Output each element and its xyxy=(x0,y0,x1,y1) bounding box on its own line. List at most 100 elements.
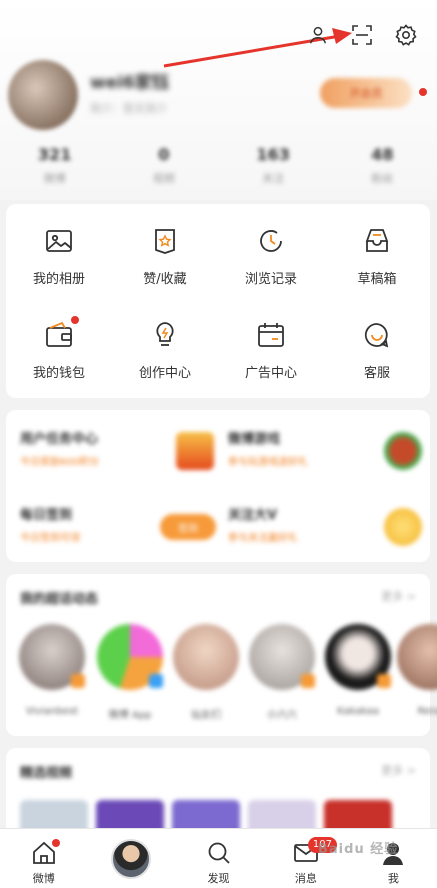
profile-subinfo: 简介：暂无简介 xyxy=(90,102,167,115)
grid-item-creator[interactable]: 创作中心 xyxy=(112,302,218,396)
stat-value: 48 xyxy=(371,145,394,164)
red-envelope-icon xyxy=(176,432,214,470)
grid-item-drafts[interactable]: 草稿箱 xyxy=(324,208,430,302)
stat-following[interactable]: 163 关注 xyxy=(219,145,328,195)
stat-label: 关注 xyxy=(262,172,285,185)
creator-center-icon xyxy=(148,318,182,352)
photo-album-icon xyxy=(42,224,76,258)
avatar xyxy=(325,624,391,690)
grid-item-album[interactable]: 我的相册 xyxy=(6,208,112,302)
avatar[interactable] xyxy=(8,60,78,130)
section-title: 精选视频 xyxy=(20,766,73,781)
tab-label: 微博 xyxy=(32,872,55,885)
wallet-icon xyxy=(42,315,79,352)
profile-header: wei6家钰 简介：暂无简介 开会员 xyxy=(6,60,436,140)
watermark: Baidu 经验 xyxy=(318,842,399,857)
more-link[interactable]: 更多 > xyxy=(381,762,416,781)
tab-label: 我 xyxy=(387,872,399,885)
avatar xyxy=(97,624,163,690)
grid-label: 我的相册 xyxy=(32,271,85,287)
drafts-icon xyxy=(360,224,394,258)
task-item[interactable]: 关注大V 参与关注赢好礼 xyxy=(228,504,428,564)
avatar xyxy=(19,624,85,690)
following-list: Vivianbest 微博 App 仙女们 小六六 Kakakaa Rena xyxy=(0,624,437,724)
mail-icon: 107 xyxy=(292,837,338,867)
recommend-header: 精选视频 更多 > xyxy=(20,762,416,781)
avatar xyxy=(397,624,437,690)
grid-item-likes[interactable]: 赞/收藏 xyxy=(112,208,218,302)
ad-center-icon xyxy=(254,318,288,352)
stat-label: 视频 xyxy=(152,172,175,185)
task-item[interactable]: 微博游戏 参与玩游戏送好礼 xyxy=(228,428,428,488)
following-item[interactable]: Kakakaa xyxy=(320,624,396,717)
grid-label: 创作中心 xyxy=(138,365,191,381)
customer-service-icon xyxy=(360,318,394,352)
more-link[interactable]: 更多 > xyxy=(381,588,416,607)
badge-icon xyxy=(301,674,315,688)
like-collect-icon xyxy=(148,224,182,258)
avatar xyxy=(173,624,239,690)
grid-item-wallet[interactable]: 我的钱包 xyxy=(6,302,112,396)
stat-value: 0 xyxy=(158,145,170,164)
vip-notification-dot xyxy=(419,88,427,96)
tab-label: 消息 xyxy=(294,872,317,885)
badge-icon xyxy=(149,674,163,688)
vip-label: 开会员 xyxy=(349,87,383,100)
following-name: 微博 App xyxy=(108,710,152,721)
avatar xyxy=(249,624,315,690)
following-name: Vivianbest xyxy=(25,706,79,717)
grid-item-support[interactable]: 客服 xyxy=(324,302,430,396)
grid-item-ads[interactable]: 广告中心 xyxy=(218,302,324,396)
user-icon[interactable] xyxy=(305,22,331,48)
badge-icon xyxy=(71,674,85,688)
profile-page: wei6家钰 简介：暂无简介 开会员 321 微博 0 视频 163 关注 48… xyxy=(0,0,437,888)
task-item[interactable]: 每日签到 今日签到可领 签到 xyxy=(20,504,220,564)
section-title: 我的超话动态 xyxy=(20,592,99,607)
following-item[interactable]: Vivianbest xyxy=(14,624,90,717)
stat-label: 微博 xyxy=(43,172,66,185)
nickname[interactable]: wei6家钰 xyxy=(90,68,169,93)
following-item[interactable]: Rena xyxy=(392,624,437,717)
grid-label: 浏览记录 xyxy=(244,271,297,287)
checkin-button[interactable]: 签到 xyxy=(160,514,216,540)
function-grid-card: 我的相册 赞/收藏 浏览记录 草稿箱 我的钱包 创作中心 广告中心 客服 xyxy=(6,204,430,398)
tab-discover[interactable]: 发现 xyxy=(175,829,262,888)
stat-value: 163 xyxy=(256,145,290,164)
history-icon xyxy=(254,224,288,258)
tab-home[interactable]: 微博 xyxy=(0,829,87,888)
gift-icon xyxy=(384,508,422,546)
stat-followers[interactable]: 48 粉丝 xyxy=(328,145,437,195)
following-item[interactable]: 仙女们 xyxy=(168,624,244,721)
tab-video[interactable] xyxy=(87,829,174,888)
following-item[interactable]: 小六六 xyxy=(244,624,320,721)
following-name: Kakakaa xyxy=(336,706,380,717)
scan-icon[interactable] xyxy=(349,22,375,48)
wallet-notification-dot xyxy=(71,315,79,324)
bottom-tab-bar: 微博 发现 107 消息 我 xyxy=(0,828,437,888)
tab-label: 发现 xyxy=(207,872,230,885)
grid-label: 赞/收藏 xyxy=(143,271,187,287)
following-name: 小六六 xyxy=(267,710,297,721)
recommend-card: 精选视频 更多 > xyxy=(6,748,430,840)
task-item[interactable]: 用户任务中心 今日奖励600积分 xyxy=(20,428,220,488)
grid-item-history[interactable]: 浏览记录 xyxy=(218,208,324,302)
home-notification-dot xyxy=(51,839,60,847)
following-item[interactable]: 微博 App xyxy=(92,624,168,721)
grid-label: 草稿箱 xyxy=(357,271,397,287)
home-icon xyxy=(30,839,60,867)
following-header: 我的超话动态 更多 > xyxy=(20,588,416,607)
profile-stats: 321 微博 0 视频 163 关注 48 粉丝 xyxy=(0,145,437,195)
vip-button[interactable]: 开会员 xyxy=(320,78,412,108)
top-toolbar xyxy=(305,22,419,48)
stat-posts[interactable]: 321 微博 xyxy=(0,145,109,195)
badge-icon xyxy=(377,674,391,688)
stat-videos[interactable]: 0 视频 xyxy=(109,145,218,195)
grid-label: 我的钱包 xyxy=(32,365,85,381)
center-avatar xyxy=(111,839,152,879)
stat-label: 粉丝 xyxy=(371,172,394,185)
grid-label: 客服 xyxy=(363,365,390,381)
following-name: 仙女们 xyxy=(191,710,221,721)
grid-label: 广告中心 xyxy=(244,365,297,381)
search-icon xyxy=(205,839,233,867)
settings-icon[interactable] xyxy=(393,22,419,48)
